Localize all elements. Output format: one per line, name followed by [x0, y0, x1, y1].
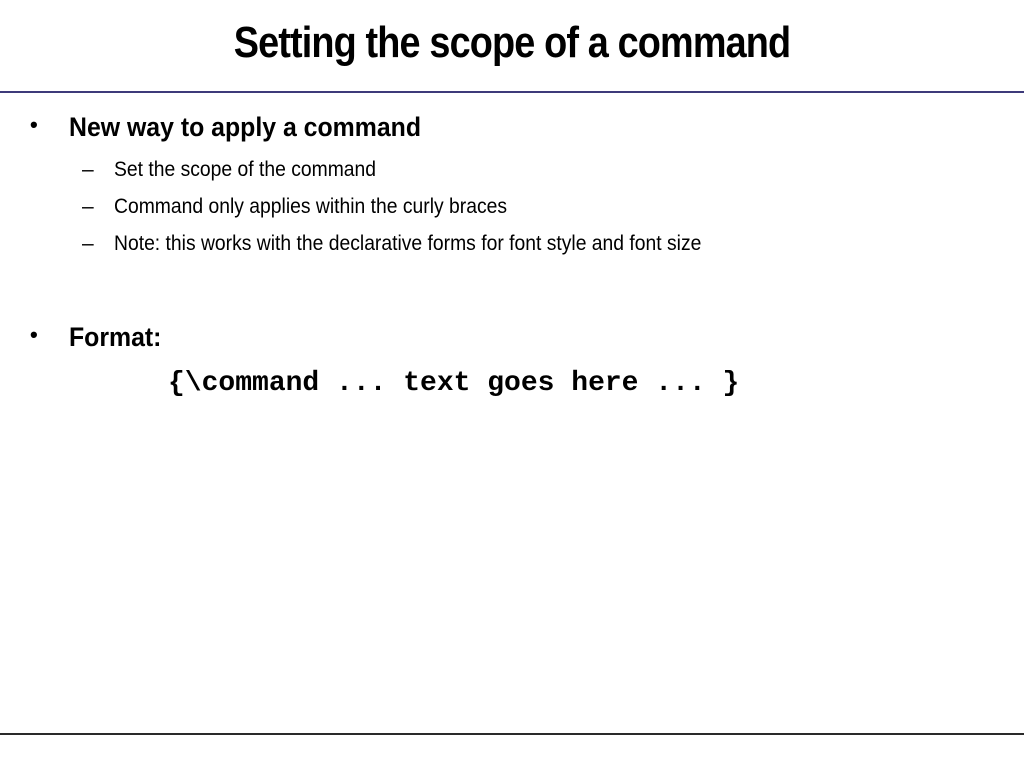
sub-bullet-text: Command only applies within the curly br… — [114, 195, 508, 218]
dash-icon: – — [82, 158, 94, 181]
bullet-text: New way to apply a command — [69, 112, 422, 142]
sub-bullet-text: Note: this works with the declarative fo… — [114, 232, 702, 255]
dash-icon: – — [82, 195, 94, 218]
bullet-icon: • — [30, 322, 38, 347]
footer-divider — [0, 733, 1024, 735]
bullet-text: Format: — [69, 322, 162, 352]
sub-bullet-text: Set the scope of the command — [114, 158, 377, 181]
slide-title: Setting the scope of a command — [233, 18, 791, 67]
title-divider — [0, 91, 1024, 93]
dash-icon: – — [82, 232, 94, 255]
bullet-icon: • — [30, 112, 38, 137]
code-example: {\command ... text goes here ... } — [168, 368, 740, 399]
